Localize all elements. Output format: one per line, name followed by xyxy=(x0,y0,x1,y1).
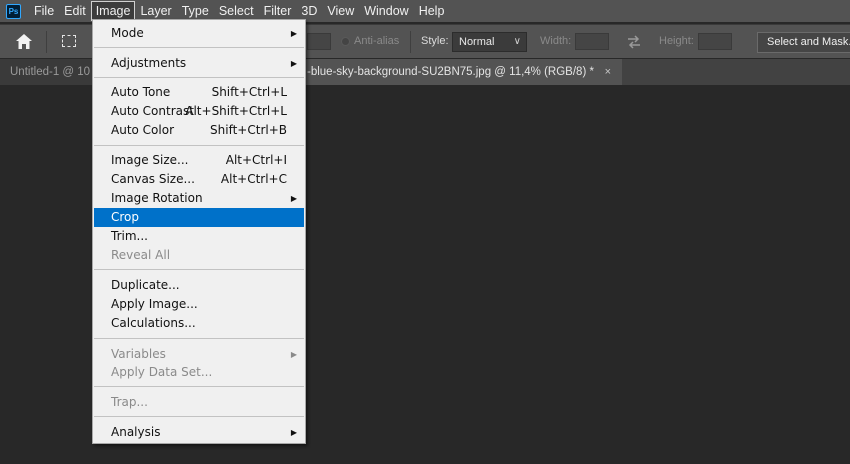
menu-layer[interactable]: Layer xyxy=(135,1,176,21)
style-select-value: Normal xyxy=(459,36,495,48)
tab-untitled-1[interactable]: Untitled-1 @ 10 xyxy=(0,59,92,85)
menu-item-mode[interactable]: Mode ▶ xyxy=(93,24,305,43)
menu-item-auto-tone[interactable]: Auto Tone Shift+Ctrl+L xyxy=(93,83,305,102)
menu-item-calculations[interactable]: Calculations... xyxy=(93,314,305,333)
menu-view[interactable]: View xyxy=(322,1,359,21)
menu-item-reveal-all: Reveal All xyxy=(93,246,305,265)
menu-item-shortcut: Alt+Ctrl+I xyxy=(225,153,287,167)
menu-divider xyxy=(94,386,304,387)
menu-item-analysis[interactable]: Analysis ▶ xyxy=(93,423,305,442)
menu-item-variables: Variables ▶ xyxy=(93,345,305,364)
menu-item-adjustments[interactable]: Adjustments ▶ xyxy=(93,54,305,73)
width-input[interactable] xyxy=(575,33,609,50)
menu-window[interactable]: Window xyxy=(359,1,413,21)
close-icon[interactable]: × xyxy=(605,59,611,85)
menu-item-auto-color[interactable]: Auto Color Shift+Ctrl+B xyxy=(93,121,305,140)
width-label: Width: xyxy=(540,35,572,47)
menu-item-image-size[interactable]: Image Size... Alt+Ctrl+I xyxy=(93,151,305,170)
toolbar-divider xyxy=(410,31,411,53)
menu-item-duplicate[interactable]: Duplicate... xyxy=(93,276,305,295)
menu-item-shortcut: Alt+Shift+Ctrl+L xyxy=(185,104,287,118)
menu-item-label: Auto Contrast xyxy=(111,104,194,118)
menu-item-label: Trap... xyxy=(111,395,148,409)
rectangular-marquee-icon[interactable] xyxy=(62,35,76,47)
menu-type[interactable]: Type xyxy=(177,1,214,21)
toolbar-divider xyxy=(46,31,47,53)
height-label: Height: xyxy=(659,35,694,47)
menu-select[interactable]: Select xyxy=(214,1,259,21)
menu-divider xyxy=(94,269,304,270)
menu-divider xyxy=(94,338,304,339)
height-input[interactable] xyxy=(698,33,732,50)
menu-filter[interactable]: Filter xyxy=(259,1,297,21)
feather-input[interactable] xyxy=(307,33,331,50)
menu-3d[interactable]: 3D xyxy=(296,1,322,21)
menu-item-shortcut: Shift+Ctrl+B xyxy=(210,123,287,137)
menu-divider xyxy=(94,145,304,146)
menu-item-label: Mode xyxy=(111,26,144,40)
menu-help[interactable]: Help xyxy=(414,1,450,21)
menu-item-label: Duplicate... xyxy=(111,278,180,292)
menu-item-canvas-size[interactable]: Canvas Size... Alt+Ctrl+C xyxy=(93,170,305,189)
menu-divider xyxy=(94,416,304,417)
menu-item-label: Analysis xyxy=(111,425,161,439)
menu-divider xyxy=(94,47,304,48)
anti-alias-label: Anti-alias xyxy=(354,35,400,47)
submenu-arrow-icon: ▶ xyxy=(290,428,297,437)
swap-width-height-icon[interactable] xyxy=(626,34,642,50)
menu-edit[interactable]: Edit xyxy=(59,1,91,21)
menu-item-label: Auto Color xyxy=(111,123,175,137)
menu-item-shortcut: Alt+Ctrl+C xyxy=(220,172,287,186)
menu-item-label: Auto Tone xyxy=(111,85,171,99)
menu-item-label: Variables xyxy=(111,347,166,361)
menu-item-label: Image Size... xyxy=(111,153,189,167)
style-select[interactable]: Normal ∨ xyxy=(452,32,527,52)
menu-item-crop[interactable]: Crop xyxy=(94,208,304,227)
menu-item-apply-image[interactable]: Apply Image... xyxy=(93,295,305,314)
menu-item-label: Crop xyxy=(111,210,140,224)
select-and-mask-button[interactable]: Select and Mask... xyxy=(757,32,850,53)
menu-item-shortcut: Shift+Ctrl+L xyxy=(211,85,287,99)
menu-item-label: Reveal All xyxy=(111,248,171,262)
menu-item-trap: Trap... xyxy=(93,393,305,412)
photoshop-logo-icon[interactable]: Ps xyxy=(6,3,21,19)
menu-item-trim[interactable]: Trim... xyxy=(93,227,305,246)
menu-item-label: Apply Data Set... xyxy=(111,365,213,379)
menu-divider xyxy=(94,77,304,78)
menu-item-image-rotation[interactable]: Image Rotation ▶ xyxy=(93,189,305,208)
anti-alias-checkbox[interactable] xyxy=(341,37,350,46)
tab-sky-background[interactable]: -blue-sky-background-SU2BN75.jpg @ 11,4%… xyxy=(305,59,622,85)
chevron-down-icon: ∨ xyxy=(513,36,521,47)
menu-item-label: Apply Image... xyxy=(111,297,198,311)
menu-item-label: Adjustments xyxy=(111,56,187,70)
menu-item-apply-data-set: Apply Data Set... xyxy=(93,363,305,382)
submenu-arrow-icon: ▶ xyxy=(290,29,297,38)
menu-file[interactable]: File xyxy=(29,1,59,21)
submenu-arrow-icon: ▶ xyxy=(290,194,297,203)
menu-item-label: Trim... xyxy=(111,229,148,243)
menu-item-label: Canvas Size... xyxy=(111,172,195,186)
submenu-arrow-icon: ▶ xyxy=(290,350,297,359)
image-menu-dropdown: Mode ▶ Adjustments ▶ Auto Tone Shift+Ctr… xyxy=(92,19,306,444)
home-icon[interactable] xyxy=(14,32,34,52)
style-label: Style: xyxy=(421,35,449,47)
menu-image[interactable]: Image xyxy=(90,1,136,21)
submenu-arrow-icon: ▶ xyxy=(290,59,297,68)
menu-item-label: Calculations... xyxy=(111,316,196,330)
menu-item-label: Image Rotation xyxy=(111,191,203,205)
menu-item-auto-contrast[interactable]: Auto Contrast Alt+Shift+Ctrl+L xyxy=(93,102,305,121)
tab-label: -blue-sky-background-SU2BN75.jpg @ 11,4%… xyxy=(307,66,594,78)
